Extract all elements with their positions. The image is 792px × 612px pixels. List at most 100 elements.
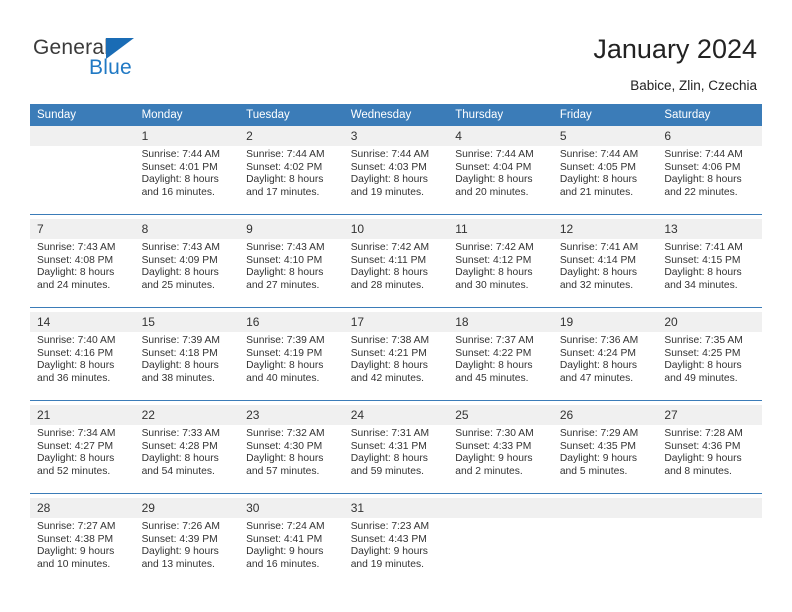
day-number[interactable]: 17 bbox=[343, 312, 449, 332]
day-number[interactable]: 16 bbox=[239, 312, 344, 332]
day-cell[interactable]: Sunrise: 7:37 AM Sunset: 4:22 PM Daylight:… bbox=[448, 332, 553, 400]
day-cell[interactable]: Sunrise: 7:24 AM Sunset: 4:41 PM Daylight:… bbox=[239, 518, 344, 586]
day-detail-line: Sunset: 4:30 PM bbox=[246, 440, 323, 452]
day-number[interactable]: 20 bbox=[657, 312, 762, 332]
day-number[interactable]: 4 bbox=[448, 126, 553, 146]
day-cell[interactable]: Sunrise: 7:41 AM Sunset: 4:14 PM Daylight:… bbox=[552, 239, 658, 307]
day-cell[interactable]: Sunrise: 7:42 AM Sunset: 4:11 PM Daylight:… bbox=[343, 239, 449, 307]
day-detail-line: and 49 minutes. bbox=[664, 372, 738, 384]
day-number[interactable]: 15 bbox=[134, 312, 240, 332]
day-number-empty bbox=[657, 498, 762, 518]
day-number[interactable]: 28 bbox=[30, 498, 135, 518]
day-detail-line: Sunset: 4:15 PM bbox=[664, 254, 741, 266]
day-number[interactable]: 24 bbox=[343, 405, 449, 425]
day-detail-line: Daylight: 8 hours bbox=[350, 453, 428, 465]
day-cell[interactable]: Sunrise: 7:43 AM Sunset: 4:08 PM Daylight:… bbox=[30, 239, 135, 307]
day-detail-line: and 8 minutes. bbox=[664, 465, 732, 477]
day-cell-empty bbox=[552, 518, 658, 586]
day-number[interactable]: 25 bbox=[448, 405, 553, 425]
day-cell[interactable]: Sunrise: 7:31 AM Sunset: 4:31 PM Daylight:… bbox=[343, 425, 449, 493]
day-cell[interactable]: Sunrise: 7:44 AM Sunset: 4:03 PM Daylight:… bbox=[343, 146, 449, 214]
day-detail-line: Sunrise: 7:44 AM bbox=[141, 149, 220, 160]
day-cell[interactable]: Sunrise: 7:41 AM Sunset: 4:15 PM Daylight:… bbox=[657, 239, 762, 307]
weekday-header-tuesday: Tuesday bbox=[239, 104, 344, 126]
day-number[interactable]: 11 bbox=[448, 219, 553, 239]
day-cell[interactable]: Sunrise: 7:39 AM Sunset: 4:18 PM Daylight:… bbox=[134, 332, 240, 400]
day-cell[interactable]: Sunrise: 7:27 AM Sunset: 4:38 PM Daylight:… bbox=[30, 518, 135, 586]
day-number[interactable]: 29 bbox=[134, 498, 240, 518]
day-cell[interactable]: Sunrise: 7:23 AM Sunset: 4:43 PM Daylight:… bbox=[343, 518, 449, 586]
day-detail-line: Sunrise: 7:44 AM bbox=[246, 149, 325, 160]
day-number[interactable]: 10 bbox=[343, 219, 449, 239]
day-number[interactable]: 19 bbox=[552, 312, 658, 332]
day-cell[interactable]: Sunrise: 7:44 AM Sunset: 4:06 PM Daylight:… bbox=[657, 146, 762, 214]
day-detail-line: Daylight: 8 hours bbox=[664, 267, 742, 279]
day-detail-line: and 34 minutes. bbox=[664, 279, 738, 291]
day-detail-line: Sunrise: 7:43 AM bbox=[141, 242, 220, 253]
day-detail-line: and 57 minutes. bbox=[246, 465, 320, 477]
day-cell[interactable]: Sunrise: 7:28 AM Sunset: 4:36 PM Daylight:… bbox=[657, 425, 762, 493]
day-number[interactable]: 26 bbox=[552, 405, 658, 425]
day-number[interactable]: 21 bbox=[30, 405, 135, 425]
day-number[interactable]: 1 bbox=[134, 126, 240, 146]
day-number[interactable]: 2 bbox=[239, 126, 344, 146]
day-detail-line: and 52 minutes. bbox=[37, 465, 111, 477]
day-number[interactable]: 6 bbox=[657, 126, 762, 146]
day-cell[interactable]: Sunrise: 7:43 AM Sunset: 4:10 PM Daylight:… bbox=[239, 239, 344, 307]
day-detail-line: Daylight: 8 hours bbox=[141, 453, 219, 465]
day-cell[interactable]: Sunrise: 7:40 AM Sunset: 4:16 PM Daylight:… bbox=[30, 332, 135, 400]
day-detail-line: Sunset: 4:38 PM bbox=[37, 533, 114, 545]
day-cell[interactable]: Sunrise: 7:32 AM Sunset: 4:30 PM Daylight:… bbox=[239, 425, 344, 493]
generalblue-logo[interactable]: General Blue bbox=[33, 36, 233, 86]
day-cell[interactable]: Sunrise: 7:44 AM Sunset: 4:02 PM Daylight:… bbox=[239, 146, 344, 214]
day-number[interactable]: 30 bbox=[239, 498, 344, 518]
day-cell[interactable]: Sunrise: 7:29 AM Sunset: 4:35 PM Daylight:… bbox=[552, 425, 658, 493]
page-header: General Blue January 2024 Babice, Zlin, … bbox=[0, 0, 792, 100]
day-detail-line: and 27 minutes. bbox=[246, 279, 320, 291]
day-detail-line: and 22 minutes. bbox=[664, 186, 738, 198]
day-number[interactable]: 14 bbox=[30, 312, 135, 332]
day-cell[interactable]: Sunrise: 7:39 AM Sunset: 4:19 PM Daylight:… bbox=[239, 332, 344, 400]
day-number[interactable]: 12 bbox=[552, 219, 658, 239]
day-number[interactable]: 31 bbox=[343, 498, 449, 518]
day-number[interactable]: 22 bbox=[134, 405, 240, 425]
day-number[interactable]: 7 bbox=[30, 219, 135, 239]
day-detail-line: Sunset: 4:31 PM bbox=[350, 440, 427, 452]
day-detail-line: Sunrise: 7:37 AM bbox=[455, 335, 534, 346]
day-cell[interactable]: Sunrise: 7:44 AM Sunset: 4:04 PM Daylight:… bbox=[448, 146, 553, 214]
day-cell[interactable]: Sunrise: 7:35 AM Sunset: 4:25 PM Daylight:… bbox=[657, 332, 762, 400]
day-detail-line: Sunset: 4:33 PM bbox=[455, 440, 532, 452]
day-cell[interactable]: Sunrise: 7:38 AM Sunset: 4:21 PM Daylight:… bbox=[343, 332, 449, 400]
day-detail-line: Sunset: 4:22 PM bbox=[455, 347, 532, 359]
day-detail-line: and 21 minutes. bbox=[559, 186, 634, 198]
day-cell[interactable]: Sunrise: 7:33 AM Sunset: 4:28 PM Daylight:… bbox=[134, 425, 240, 493]
day-cell[interactable]: Sunrise: 7:42 AM Sunset: 4:12 PM Daylight:… bbox=[448, 239, 553, 307]
day-detail-line: Sunset: 4:19 PM bbox=[246, 347, 323, 359]
day-detail-line: Daylight: 8 hours bbox=[664, 360, 742, 372]
day-detail-line: and 30 minutes. bbox=[455, 279, 529, 291]
day-cell[interactable]: Sunrise: 7:26 AM Sunset: 4:39 PM Daylight:… bbox=[134, 518, 240, 586]
day-number[interactable]: 5 bbox=[552, 126, 658, 146]
day-detail-line: Sunset: 4:12 PM bbox=[455, 254, 532, 266]
day-cell[interactable]: Sunrise: 7:30 AM Sunset: 4:33 PM Daylight:… bbox=[448, 425, 553, 493]
day-cell[interactable]: Sunrise: 7:44 AM Sunset: 4:05 PM Daylight:… bbox=[552, 146, 658, 214]
day-cell[interactable]: Sunrise: 7:43 AM Sunset: 4:09 PM Daylight:… bbox=[134, 239, 240, 307]
day-cell[interactable]: Sunrise: 7:44 AM Sunset: 4:01 PM Daylight:… bbox=[134, 146, 240, 214]
day-number[interactable]: 9 bbox=[239, 219, 344, 239]
day-detail-line: and 28 minutes. bbox=[350, 279, 424, 291]
day-number[interactable]: 3 bbox=[343, 126, 449, 146]
day-cell[interactable]: Sunrise: 7:34 AM Sunset: 4:27 PM Daylight:… bbox=[30, 425, 135, 493]
day-number[interactable]: 13 bbox=[657, 219, 762, 239]
day-detail-line: Sunrise: 7:38 AM bbox=[350, 335, 430, 346]
day-detail-line: and 59 minutes. bbox=[350, 465, 424, 477]
day-detail-line: and 36 minutes. bbox=[37, 372, 111, 384]
day-detail-line: Daylight: 8 hours bbox=[141, 360, 219, 372]
day-cell[interactable]: Sunrise: 7:36 AM Sunset: 4:24 PM Daylight:… bbox=[552, 332, 658, 400]
day-number[interactable]: 8 bbox=[134, 219, 240, 239]
day-detail-line: Sunset: 4:06 PM bbox=[664, 161, 741, 173]
day-number[interactable]: 27 bbox=[657, 405, 762, 425]
day-number[interactable]: 23 bbox=[239, 405, 344, 425]
day-detail-line: and 16 minutes. bbox=[141, 186, 215, 198]
day-number[interactable]: 18 bbox=[448, 312, 553, 332]
week-daynumber-row: 28 29 30 31 bbox=[30, 498, 762, 518]
